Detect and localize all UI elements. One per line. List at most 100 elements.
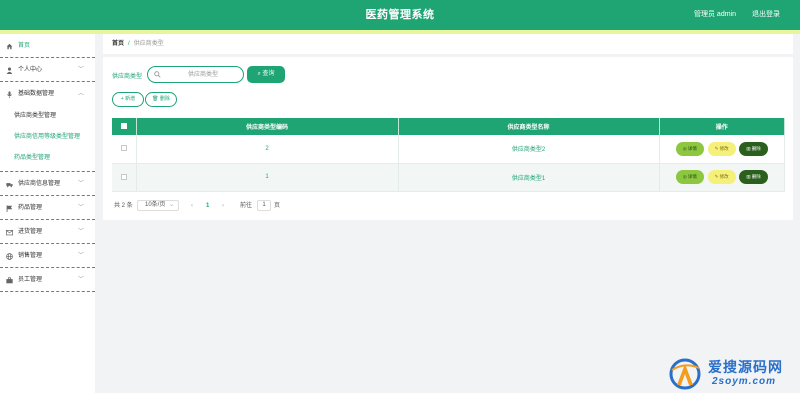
chevron-down-icon: ﹀: [77, 67, 84, 73]
detail-button-label: 详情: [687, 145, 697, 151]
query-button-label: 查询: [262, 71, 275, 77]
globe-icon: [6, 253, 13, 260]
batch-delete-button-label: 删除: [159, 96, 170, 102]
search-box: [147, 66, 244, 83]
sidebar: 首页 个人中心 ﹀ 基础数据管理 ︿ 供应商类型管理 供应商信用等级类型管理 药…: [0, 34, 95, 393]
table-row: 2 供应商类型2 ◎ 详情 ✎ 修改 ▥ 删除: [112, 135, 785, 164]
sidebar-item-basic-data[interactable]: 基础数据管理 ︿: [0, 82, 95, 106]
select-all-cell: [112, 118, 137, 135]
chevron-down-icon: ﹀: [77, 229, 84, 235]
sidebar-item-supplier-info[interactable]: 供应商信息管理 ﹀: [0, 172, 95, 196]
trash-icon: 🗑: [152, 96, 159, 102]
detail-button[interactable]: ◎ 详情: [675, 170, 704, 184]
watermark: 爱搜源码网 2soym.com: [668, 356, 798, 392]
sidebar-item-label: 销售管理: [18, 253, 43, 259]
watermark-text-cn: 爱搜源码网: [708, 360, 783, 376]
briefcase-icon: [6, 277, 13, 284]
chevron-down-icon: ﹀: [77, 181, 84, 187]
truck-icon: [6, 183, 13, 188]
table-row: 1 供应商类型1 ◎ 详情 ✎ 修改 ▥ 删除: [112, 163, 785, 192]
microphone-icon: [7, 91, 12, 98]
type-name-cell: 供应商类型1: [398, 163, 660, 192]
delete-button[interactable]: ▥ 删除: [739, 170, 768, 184]
search-icon: [154, 71, 161, 78]
chevron-down-icon: ﹀: [77, 205, 84, 211]
column-header-code[interactable]: 供应商类型编码: [136, 118, 399, 135]
sidebar-item-home[interactable]: 首页: [0, 34, 95, 58]
user-icon: [6, 67, 13, 74]
query-button[interactable]: ⌕ 查询: [247, 66, 285, 83]
table-header-row: 供应商类型编码 供应商类型名称 操作: [112, 118, 785, 135]
sidebar-item-drugs[interactable]: 药品管理 ﹀: [0, 196, 95, 220]
edit-button[interactable]: ✎ 修改: [707, 170, 736, 184]
breadcrumb-home[interactable]: 首页: [112, 41, 124, 47]
column-header-actions: 操作: [659, 118, 785, 135]
goto-page-input[interactable]: 1: [257, 200, 271, 211]
edit-button-label: 修改: [719, 145, 729, 151]
breadcrumb-separator: /: [128, 41, 130, 47]
edit-button-label: 修改: [719, 174, 729, 179]
row-checkbox[interactable]: [120, 173, 127, 180]
sidebar-item-label: 首页: [18, 43, 31, 49]
chevron-down-icon: ﹀: [77, 277, 84, 283]
delete-button-label: 删除: [751, 174, 761, 179]
column-header-name[interactable]: 供应商类型名称: [398, 118, 660, 135]
pagination-total: 共 2 条: [114, 203, 133, 209]
sidebar-item-label: 个人中心: [18, 67, 43, 73]
type-code-cell: 1: [136, 163, 399, 192]
detail-button[interactable]: ◎ 详情: [675, 141, 704, 156]
goto-unit: 页: [274, 203, 281, 209]
batch-delete-button[interactable]: 🗑 删除: [145, 92, 177, 107]
chevron-down-icon: ﹀: [77, 253, 84, 259]
chevron-up-icon: ︿: [77, 91, 84, 97]
supplier-type-search-input[interactable]: [166, 69, 240, 80]
supplier-type-table: 供应商类型编码 供应商类型名称 操作 2 供应商类型2 ◎ 详情 ✎ 修改 ▥ …: [112, 118, 785, 192]
next-page-button[interactable]: ›: [222, 200, 224, 212]
edit-button[interactable]: ✎ 修改: [707, 141, 736, 156]
add-button[interactable]: + 新增: [112, 92, 144, 107]
sidebar-item-label: 基础数据管理: [18, 91, 55, 97]
delete-button[interactable]: ▥ 删除: [739, 141, 768, 156]
submenu-item-supplier-type[interactable]: 供应商类型管理: [0, 106, 95, 127]
sidebar-item-label: 药品管理: [18, 205, 43, 211]
flag-icon: [6, 205, 13, 212]
detail-button-label: 详情: [687, 174, 697, 179]
sidebar-item-label: 供应商信息管理: [18, 181, 61, 187]
sidebar-item-profile[interactable]: 个人中心 ﹀: [0, 58, 95, 82]
current-user: 管理员 admin: [693, 11, 736, 18]
row-checkbox[interactable]: [120, 145, 127, 152]
search-label: 供应商类型: [112, 74, 143, 80]
page-number-current[interactable]: 1: [206, 200, 209, 212]
delete-button-label: 删除: [751, 145, 761, 151]
prev-page-button[interactable]: ‹: [191, 200, 193, 212]
home-icon: [6, 43, 13, 50]
sidebar-item-label: 进货管理: [18, 229, 43, 235]
select-all-checkbox[interactable]: [120, 123, 127, 130]
logout-link[interactable]: 退出登录: [752, 0, 780, 30]
sidebar-item-staff[interactable]: 员工管理 ﹀: [0, 268, 95, 292]
goto-label: 前往: [240, 203, 253, 209]
row-actions-cell: ◎ 详情 ✎ 修改 ▥ 删除: [659, 163, 785, 192]
app-title: 医药管理系统: [365, 9, 435, 21]
search-icon: ⌕: [257, 71, 261, 77]
mail-icon: [6, 230, 13, 236]
submenu-item-supplier-credit-type[interactable]: 供应商信用等级类型管理: [0, 127, 95, 148]
type-name-cell: 供应商类型2: [398, 135, 660, 164]
plus-icon: +: [120, 96, 124, 102]
breadcrumb-current: 供应商类型: [133, 41, 164, 47]
basic-data-submenu: 供应商类型管理 供应商信用等级类型管理 药品类型管理: [0, 106, 95, 172]
breadcrumb: 首页 / 供应商类型: [103, 34, 793, 54]
page-size-value: 10条/页: [145, 202, 166, 208]
chevron-down-icon: ⌄: [168, 202, 174, 208]
sidebar-item-sales[interactable]: 销售管理 ﹀: [0, 244, 95, 268]
type-code-cell: 2: [136, 135, 399, 164]
sidebar-item-label: 员工管理: [18, 277, 43, 283]
row-actions-cell: ◎ 详情 ✎ 修改 ▥ 删除: [659, 135, 785, 164]
row-select-cell: [112, 135, 137, 164]
page-size-select[interactable]: 10条/页 ⌄: [137, 200, 179, 211]
submenu-item-drug-type[interactable]: 药品类型管理: [0, 148, 95, 169]
watermark-logo-icon: [669, 358, 701, 390]
sidebar-item-purchase[interactable]: 进货管理 ﹀: [0, 220, 95, 244]
content-panel: 供应商类型 ⌕ 查询 + 新增 🗑 删除 供应商类型编码 供应商类型名称 操作 …: [103, 57, 793, 220]
watermark-text-en: 2soym.com: [712, 376, 777, 387]
